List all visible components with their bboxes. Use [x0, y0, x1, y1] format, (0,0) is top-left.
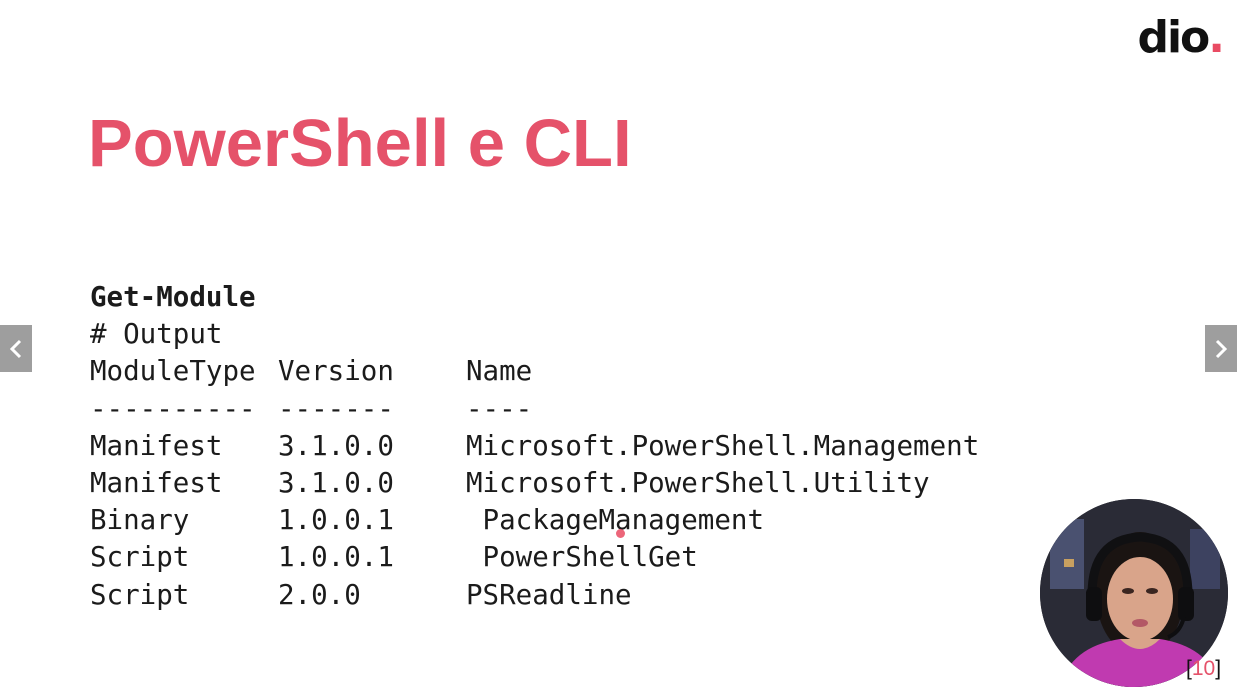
separator-version: ------- — [278, 392, 394, 425]
cell-version: 1.0.0.1 — [278, 541, 394, 574]
cell-name: PSReadline — [466, 578, 632, 611]
table-row: Manifest 3.1.0.0 Microsoft.PowerShell.Util… — [90, 465, 979, 502]
header-name: Name — [466, 355, 533, 388]
table-header-row: ModuleType Version Name — [90, 353, 979, 390]
table-separator-row: ---------- ------- ---- — [90, 391, 979, 428]
cell-moduletype: Binary — [90, 504, 190, 537]
previous-slide-button[interactable] — [0, 325, 32, 372]
cell-moduletype: Manifest — [90, 466, 223, 499]
header-version: Version — [278, 355, 394, 388]
cell-version: 3.1.0.0 — [278, 429, 394, 462]
cell-name: PackageManagement — [466, 504, 765, 537]
cell-moduletype: Script — [90, 578, 190, 611]
chevron-right-icon — [1215, 339, 1228, 358]
slide-number: [10] — [1186, 657, 1221, 681]
code-block: Get-Module # Output ModuleType Version Nam… — [90, 279, 979, 614]
header-moduletype: ModuleType — [90, 355, 256, 388]
pointer-indicator — [616, 529, 625, 538]
table-row: Script 1.0.0.1 PowerShellGet — [90, 539, 979, 576]
slide-title: PowerShell e CLI — [88, 106, 632, 181]
table-row: Binary 1.0.0.1 PackageManagement — [90, 502, 979, 539]
comment-line: # Output — [90, 318, 223, 351]
table-row: Script 2.0.0 PSReadline — [90, 577, 979, 614]
cell-version: 3.1.0.0 — [278, 466, 394, 499]
logo-dot: . — [1208, 12, 1225, 63]
page-number-value: 10 — [1191, 657, 1216, 680]
cell-name: Microsoft.PowerShell.Utility — [466, 466, 930, 499]
page-bracket-close: ] — [1215, 657, 1222, 680]
separator-moduletype: ---------- — [90, 392, 256, 425]
separator-name: ---- — [466, 392, 533, 425]
command-line: Get-Module — [90, 281, 256, 313]
cell-moduletype: Manifest — [90, 429, 223, 462]
cell-name: Microsoft.PowerShell.Management — [466, 429, 980, 462]
cell-version: 2.0.0 — [278, 578, 361, 611]
cell-name: PowerShellGet — [466, 541, 698, 574]
cell-version: 1.0.0.1 — [278, 504, 394, 537]
next-slide-button[interactable] — [1205, 325, 1237, 372]
table-row: Manifest 3.1.0.0 Microsoft.PowerShell.Mana… — [90, 428, 979, 465]
cell-moduletype: Script — [90, 541, 190, 574]
chevron-left-icon — [9, 339, 22, 358]
dio-logo: dio. — [1137, 12, 1225, 63]
logo-text: dio — [1137, 12, 1210, 63]
